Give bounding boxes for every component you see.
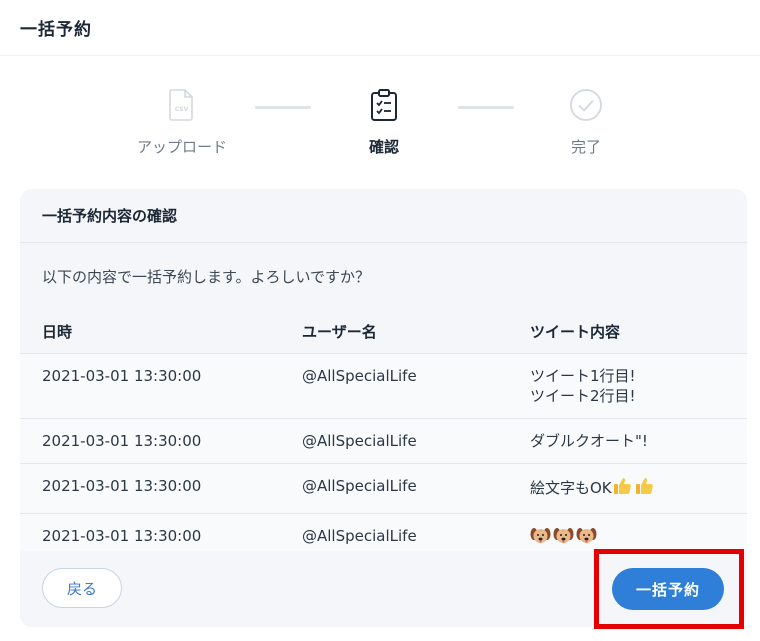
svg-text:CSV: CSV bbox=[175, 106, 189, 113]
step-label-confirm: 確認 bbox=[368, 138, 399, 156]
clipboard-checklist-icon bbox=[370, 88, 398, 126]
step-connector bbox=[255, 106, 311, 109]
card-title: 一括予約内容の確認 bbox=[20, 189, 747, 243]
dog-face-icon bbox=[530, 526, 551, 551]
table-row: 2021-03-01 13:30:00 @AllSpecialLife ツイート… bbox=[20, 353, 747, 419]
confirm-message: 以下の内容で一括予約します。よろしいですか？ bbox=[42, 267, 371, 286]
cell-tweet: ツイート1行目! ツイート2行目! bbox=[530, 353, 747, 419]
table-row: 2021-03-01 13:30:00 @AllSpecialLife ダブルク… bbox=[20, 418, 747, 464]
step-complete: 完了 bbox=[516, 88, 656, 157]
bulk-reserve-button[interactable]: 一括予約 bbox=[612, 568, 724, 610]
table-header-row: 日時 ユーザー名 ツイート内容 bbox=[20, 309, 747, 354]
step-upload: CSV アップロード bbox=[112, 89, 252, 157]
cell-date: 2021-03-01 13:30:00 bbox=[20, 463, 302, 514]
page-title: 一括予約 bbox=[20, 20, 92, 40]
thumbs-up-icon bbox=[634, 476, 654, 501]
dog-face-icon bbox=[576, 526, 597, 551]
tweet-text-line: ツイート1行目! bbox=[530, 367, 636, 385]
check-circle-icon bbox=[569, 88, 603, 126]
column-header-tweet: ツイート内容 bbox=[530, 309, 747, 354]
cell-tweet: 絵文字もOK bbox=[530, 463, 747, 514]
cell-date: 2021-03-01 13:30:00 bbox=[20, 418, 302, 464]
progress-stepper: CSV アップロード 確認 完了 bbox=[0, 88, 760, 160]
dog-face-icon bbox=[553, 526, 574, 551]
step-label-complete: 完了 bbox=[570, 138, 601, 156]
cell-user: @AllSpecialLife bbox=[302, 418, 530, 464]
step-label-upload: アップロード bbox=[136, 138, 227, 156]
cell-user: @AllSpecialLife bbox=[302, 463, 530, 514]
thumbs-up-icon bbox=[612, 476, 632, 501]
back-button[interactable]: 戻る bbox=[42, 568, 122, 608]
table-row: 2021-03-01 13:30:00 @AllSpecialLife 絵文字も… bbox=[20, 463, 747, 514]
page-header: 一括予約 bbox=[0, 0, 760, 56]
tweet-table: 日時 ユーザー名 ツイート内容 2021-03-01 13:30:00 @All… bbox=[20, 309, 747, 564]
cell-date: 2021-03-01 13:30:00 bbox=[20, 353, 302, 419]
step-confirm: 確認 bbox=[314, 88, 454, 157]
step-connector bbox=[458, 106, 514, 109]
csv-file-icon: CSV bbox=[169, 89, 195, 125]
column-header-date: 日時 bbox=[20, 309, 302, 354]
tweet-text-line: ダブルクオート"! bbox=[530, 432, 648, 450]
column-header-user: ユーザー名 bbox=[302, 309, 530, 354]
tweet-text-line: 絵文字もOK bbox=[530, 479, 612, 497]
tweet-text-line: ツイート2行目! bbox=[530, 387, 636, 405]
cell-tweet: ダブルクオート"! bbox=[530, 418, 747, 464]
cell-user: @AllSpecialLife bbox=[302, 353, 530, 419]
